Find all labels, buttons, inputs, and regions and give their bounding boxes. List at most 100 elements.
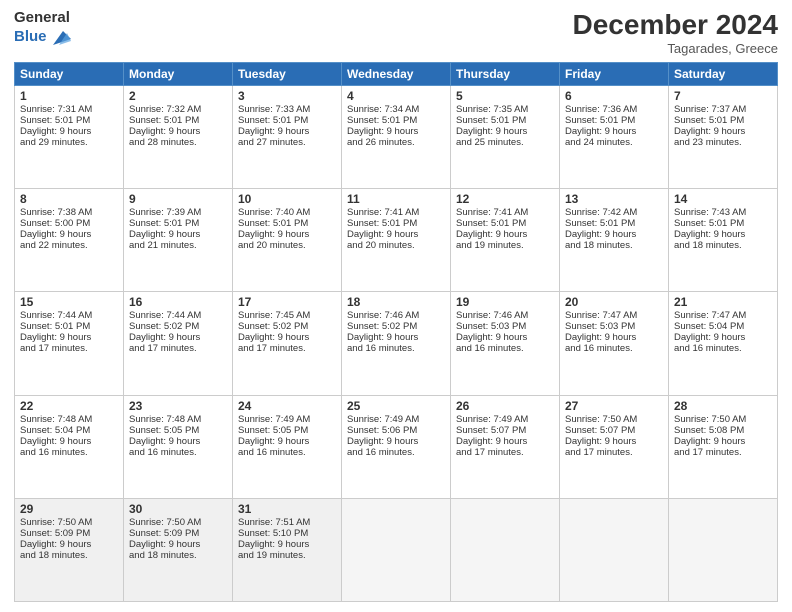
day-number: 14 — [674, 192, 772, 206]
day-number: 6 — [565, 89, 663, 103]
day-info-line: Sunset: 5:01 PM — [20, 321, 118, 332]
day-number: 21 — [674, 295, 772, 309]
calendar-header-sunday: Sunday — [15, 62, 124, 85]
day-info-line: Daylight: 9 hours — [238, 436, 336, 447]
day-info-line: and 16 minutes. — [347, 343, 445, 354]
day-info-line: and 17 minutes. — [674, 447, 772, 458]
day-info-line: and 21 minutes. — [129, 240, 227, 251]
day-info-line: Sunset: 5:06 PM — [347, 425, 445, 436]
day-info-line: Sunrise: 7:47 AM — [565, 310, 663, 321]
day-info-line: Sunset: 5:04 PM — [20, 425, 118, 436]
calendar-body: 1Sunrise: 7:31 AMSunset: 5:01 PMDaylight… — [15, 85, 778, 601]
day-info-line: Sunset: 5:09 PM — [129, 528, 227, 539]
day-number: 27 — [565, 399, 663, 413]
calendar-cell: 21Sunrise: 7:47 AMSunset: 5:04 PMDayligh… — [669, 292, 778, 395]
day-number: 25 — [347, 399, 445, 413]
day-info-line: Daylight: 9 hours — [129, 332, 227, 343]
day-number: 22 — [20, 399, 118, 413]
logo-blue-text: Blue — [14, 29, 47, 46]
day-info-line: Sunset: 5:05 PM — [238, 425, 336, 436]
calendar-cell: 4Sunrise: 7:34 AMSunset: 5:01 PMDaylight… — [342, 85, 451, 188]
day-number: 29 — [20, 502, 118, 516]
day-info-line: Sunset: 5:01 PM — [347, 218, 445, 229]
calendar-header-row: SundayMondayTuesdayWednesdayThursdayFrid… — [15, 62, 778, 85]
day-info-line: and 20 minutes. — [347, 240, 445, 251]
calendar-cell — [342, 498, 451, 601]
day-info-line: Sunrise: 7:39 AM — [129, 207, 227, 218]
day-number: 2 — [129, 89, 227, 103]
day-number: 8 — [20, 192, 118, 206]
day-info-line: Daylight: 9 hours — [129, 229, 227, 240]
calendar-cell: 8Sunrise: 7:38 AMSunset: 5:00 PMDaylight… — [15, 189, 124, 292]
day-number: 9 — [129, 192, 227, 206]
day-info-line: Sunset: 5:10 PM — [238, 528, 336, 539]
day-info-line: Daylight: 9 hours — [565, 436, 663, 447]
calendar-header-monday: Monday — [124, 62, 233, 85]
calendar-cell: 30Sunrise: 7:50 AMSunset: 5:09 PMDayligh… — [124, 498, 233, 601]
day-info-line: Sunrise: 7:41 AM — [347, 207, 445, 218]
day-info-line: Sunset: 5:07 PM — [565, 425, 663, 436]
day-info-line: Sunrise: 7:42 AM — [565, 207, 663, 218]
day-info-line: and 17 minutes. — [238, 343, 336, 354]
logo-general-text: General — [14, 10, 71, 27]
calendar-cell: 10Sunrise: 7:40 AMSunset: 5:01 PMDayligh… — [233, 189, 342, 292]
day-info-line: Sunset: 5:01 PM — [456, 115, 554, 126]
day-number: 26 — [456, 399, 554, 413]
calendar-cell: 18Sunrise: 7:46 AMSunset: 5:02 PMDayligh… — [342, 292, 451, 395]
calendar-cell: 11Sunrise: 7:41 AMSunset: 5:01 PMDayligh… — [342, 189, 451, 292]
day-info-line: and 16 minutes. — [129, 447, 227, 458]
day-number: 28 — [674, 399, 772, 413]
calendar-cell: 16Sunrise: 7:44 AMSunset: 5:02 PMDayligh… — [124, 292, 233, 395]
day-info-line: Daylight: 9 hours — [456, 436, 554, 447]
day-number: 20 — [565, 295, 663, 309]
day-number: 5 — [456, 89, 554, 103]
day-number: 15 — [20, 295, 118, 309]
calendar-cell — [560, 498, 669, 601]
calendar-cell: 25Sunrise: 7:49 AMSunset: 5:06 PMDayligh… — [342, 395, 451, 498]
calendar-week-row: 15Sunrise: 7:44 AMSunset: 5:01 PMDayligh… — [15, 292, 778, 395]
day-info-line: Daylight: 9 hours — [347, 126, 445, 137]
day-info-line: Sunset: 5:09 PM — [20, 528, 118, 539]
day-info-line: and 19 minutes. — [238, 550, 336, 561]
day-info-line: Sunset: 5:02 PM — [347, 321, 445, 332]
day-info-line: Sunrise: 7:48 AM — [20, 414, 118, 425]
day-info-line: Sunrise: 7:50 AM — [565, 414, 663, 425]
month-title: December 2024 — [573, 10, 778, 41]
calendar-cell: 1Sunrise: 7:31 AMSunset: 5:01 PMDaylight… — [15, 85, 124, 188]
day-info-line: Daylight: 9 hours — [129, 436, 227, 447]
day-info-line: Sunset: 5:01 PM — [129, 218, 227, 229]
calendar-cell: 23Sunrise: 7:48 AMSunset: 5:05 PMDayligh… — [124, 395, 233, 498]
day-info-line: Sunrise: 7:49 AM — [347, 414, 445, 425]
calendar-cell — [451, 498, 560, 601]
calendar-cell: 3Sunrise: 7:33 AMSunset: 5:01 PMDaylight… — [233, 85, 342, 188]
day-info-line: Sunrise: 7:40 AM — [238, 207, 336, 218]
calendar-cell — [669, 498, 778, 601]
calendar-cell: 26Sunrise: 7:49 AMSunset: 5:07 PMDayligh… — [451, 395, 560, 498]
day-number: 10 — [238, 192, 336, 206]
day-info-line: Daylight: 9 hours — [674, 126, 772, 137]
day-info-line: Sunset: 5:04 PM — [674, 321, 772, 332]
calendar-header-thursday: Thursday — [451, 62, 560, 85]
calendar-header-tuesday: Tuesday — [233, 62, 342, 85]
calendar-cell: 7Sunrise: 7:37 AMSunset: 5:01 PMDaylight… — [669, 85, 778, 188]
day-info-line: and 25 minutes. — [456, 137, 554, 148]
day-info-line: Sunset: 5:08 PM — [674, 425, 772, 436]
day-info-line: Daylight: 9 hours — [20, 126, 118, 137]
day-info-line: Sunset: 5:01 PM — [238, 218, 336, 229]
day-number: 13 — [565, 192, 663, 206]
day-info-line: Sunset: 5:01 PM — [129, 115, 227, 126]
day-info-line: and 22 minutes. — [20, 240, 118, 251]
day-info-line: Sunrise: 7:41 AM — [456, 207, 554, 218]
location-subtitle: Tagarades, Greece — [573, 41, 778, 56]
day-info-line: and 16 minutes. — [347, 447, 445, 458]
day-info-line: Sunset: 5:05 PM — [129, 425, 227, 436]
calendar-cell: 28Sunrise: 7:50 AMSunset: 5:08 PMDayligh… — [669, 395, 778, 498]
calendar-cell: 6Sunrise: 7:36 AMSunset: 5:01 PMDaylight… — [560, 85, 669, 188]
day-number: 1 — [20, 89, 118, 103]
day-info-line: and 17 minutes. — [129, 343, 227, 354]
day-number: 31 — [238, 502, 336, 516]
day-info-line: Sunset: 5:02 PM — [129, 321, 227, 332]
calendar-week-row: 22Sunrise: 7:48 AMSunset: 5:04 PM Dayligh… — [15, 395, 778, 498]
day-info-line: Sunset: 5:02 PM — [238, 321, 336, 332]
day-info-line: Sunrise: 7:32 AM — [129, 104, 227, 115]
